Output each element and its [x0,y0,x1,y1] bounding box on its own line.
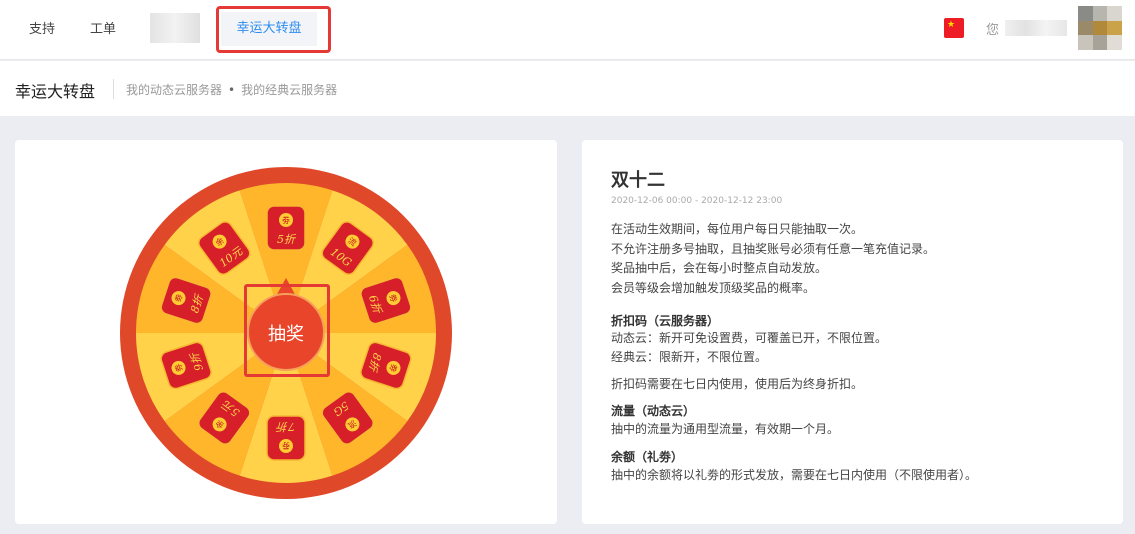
discount-line: 动态云：新开可免设置费，可覆盖已开，不限位置。 [611,331,888,345]
discount-heading: 折扣码（云服务器） [611,314,720,328]
balance-text: 抽中的余额将以礼劵的形式发放，需要在七日内使用（不限使用者）。 [611,468,978,482]
nav-ticket[interactable]: 工单 [90,18,116,37]
event-title: 双十二 [611,170,665,191]
prize-tile: 劵 7折 [266,415,306,461]
nav-support[interactable]: 支持 [29,18,55,37]
wheel-panel: 劵 5折流 10G 劵 6折劵 8折流 5G 劵 7折余 5元劵 9折劵 8折余 10元 抽奖 [15,140,557,524]
event-info-panel: 双十二 2020-12-06 00:00 - 2020-12-12 23:00 … [582,140,1123,524]
traffic-text: 抽中的流量为通用型流量，有效期一个月。 [611,422,840,436]
breadcrumb-separator: • [228,83,236,97]
link-dynamic-servers[interactable]: 我的动态云服务器 [126,83,222,97]
rule-line: 不允许注册多号抽取，且抽奖账号必须有任意一笔充值记录。 [611,241,936,256]
discount-note: 折扣码需要在七日内使用，使用后为终身折扣。 [611,377,864,391]
traffic-heading: 流量（动态云） [611,404,696,418]
divider [113,79,114,99]
prize-label: 7折 [275,420,295,433]
event-rules: 在活动生效期间，每位用户每日只能抽取一次。 不允许注册多号抽取，且抽奖账号必须有… [611,220,1111,298]
sub-header: 幸运大转盘 我的动态云服务器 • 我的经典云服务器 [0,61,1135,116]
balance-heading: 余额（礼劵） [611,450,684,464]
prize-badge: 劵 [282,441,290,451]
username-obscured [1005,20,1067,36]
breadcrumb: 我的动态云服务器 • 我的经典云服务器 [126,81,337,98]
page-title: 幸运大转盘 [15,82,96,101]
prize-label: 5折 [277,233,297,246]
discount-line: 经典云：限新开，不限位置。 [611,350,768,364]
prize-badge: 劵 [282,215,290,225]
event-period: 2020-12-06 00:00 - 2020-12-12 23:00 [611,196,783,206]
top-nav: 支持 工单 幸运大转盘 ★ 您 [0,0,1135,60]
highlight-annotation [216,6,331,53]
china-flag-icon[interactable]: ★ [944,18,964,38]
prize-tile: 劵 5折 [266,205,306,251]
highlight-annotation [244,284,330,377]
link-classic-servers[interactable]: 我的经典云服务器 [241,83,337,97]
nav-obscured-item[interactable] [150,13,200,43]
rule-line: 奖品抽中后，会在每小时整点自动发放。 [611,261,828,275]
rule-line: 在活动生效期间，每位用户每日只能抽取一次。 [611,222,864,236]
user-greeting: 您 [986,23,1000,38]
rule-line: 会员等级会增加触发顶级奖品的概率。 [611,280,816,295]
avatar[interactable] [1078,6,1122,50]
